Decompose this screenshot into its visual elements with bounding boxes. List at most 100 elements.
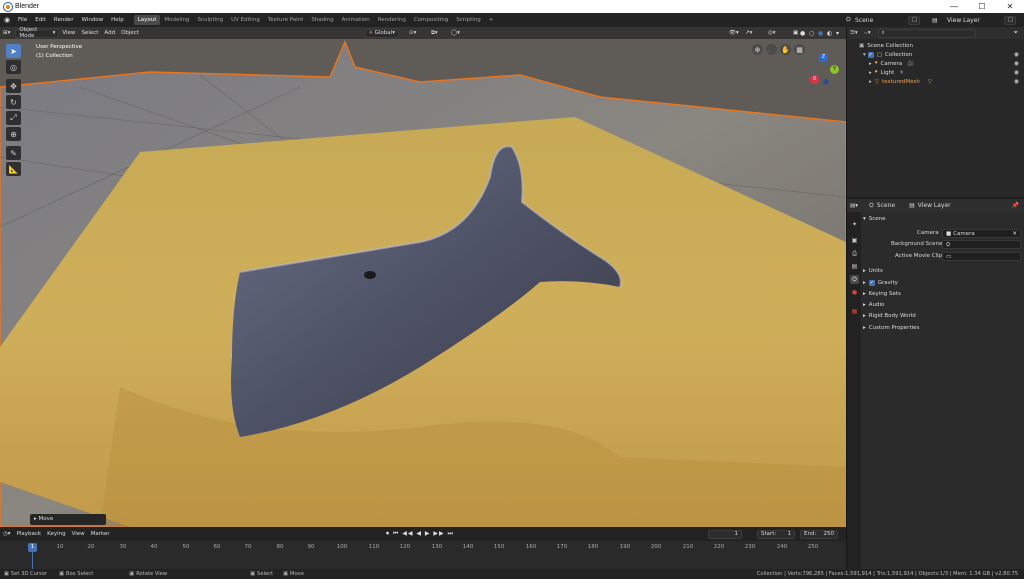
custom-properties-panel-header[interactable]: ▸ Custom Properties: [863, 323, 1024, 333]
camera-view-icon[interactable]: 🎥: [766, 44, 777, 55]
annotate-tool[interactable]: ✎: [6, 146, 21, 160]
tab-modeling[interactable]: Modeling: [160, 15, 193, 25]
clear-camera-icon[interactable]: ✕: [1012, 230, 1017, 238]
scene-props-tab-icon[interactable]: ⛭: [850, 275, 859, 284]
gizmo-z-axis[interactable]: Z: [819, 53, 828, 62]
scale-tool[interactable]: ⤢: [6, 111, 21, 125]
view-layer-browse-button[interactable]: ▢: [1004, 15, 1016, 25]
overlay-toggle-icon[interactable]: ◎▾: [765, 30, 779, 36]
outliner-row-collection[interactable]: ▾ ✓ ▢ Collection ◉: [847, 50, 1024, 59]
expand-arrow-icon[interactable]: ▸: [869, 70, 872, 76]
outliner-filter-icon[interactable]: ⌵▾: [861, 30, 874, 37]
output-tab-icon[interactable]: ⎙: [850, 249, 859, 258]
snap-icon[interactable]: ⧉▾: [428, 30, 441, 37]
outliner-row-light[interactable]: ▸ ⏺ Light ☀ ◉: [847, 68, 1024, 77]
menu-help[interactable]: Help: [107, 17, 128, 23]
playhead[interactable]: 1: [28, 543, 37, 552]
menu-object[interactable]: Object: [118, 30, 142, 36]
menu-view[interactable]: View: [59, 30, 78, 36]
end-frame-field[interactable]: End: 250: [800, 529, 838, 539]
menu-window[interactable]: Window: [77, 17, 107, 23]
rotate-tool[interactable]: ↻: [6, 95, 21, 109]
tab-shading[interactable]: Shading: [307, 15, 337, 25]
shading-wire-icon[interactable]: ○: [809, 30, 814, 37]
eye-icon[interactable]: ◉: [1014, 78, 1019, 85]
gizmo-y-axis[interactable]: Y: [830, 65, 839, 74]
expand-arrow-icon[interactable]: ▾: [863, 52, 866, 58]
blender-menu-icon[interactable]: ◉: [0, 16, 14, 24]
units-panel-header[interactable]: ▸ Units: [863, 266, 1024, 276]
navigation-gizmo[interactable]: Z Y X: [806, 53, 842, 89]
eye-icon[interactable]: ◉: [1014, 60, 1019, 67]
gizmo-toggle-icon[interactable]: ↗▾: [742, 30, 755, 36]
world-tab-icon[interactable]: ●: [850, 288, 859, 297]
tab-compositing[interactable]: Compositing: [410, 15, 452, 25]
last-operator-panel[interactable]: ▸ Move: [30, 514, 106, 525]
pivot-icon[interactable]: ⊙▾: [406, 30, 419, 36]
expand-arrow-icon[interactable]: ▸: [869, 79, 872, 85]
menu-marker[interactable]: Marker: [88, 531, 113, 537]
current-frame-field[interactable]: 1: [708, 529, 742, 539]
keying-sets-panel-header[interactable]: ▸ Keying Sets: [863, 289, 1024, 299]
tab-texture-paint[interactable]: Texture Paint: [264, 15, 308, 25]
3d-viewport[interactable]: ⊞▾ Object Mode ▾ View Select Add Object ⟡…: [0, 27, 846, 527]
scene-browse-button[interactable]: ▢: [908, 15, 920, 25]
shading-render-icon[interactable]: ◐: [827, 30, 832, 37]
collection-checkbox[interactable]: ✓: [867, 51, 874, 58]
transform-orientation-dropdown[interactable]: ⟡ Global ▾: [365, 28, 399, 38]
visibility-icon[interactable]: 👁▾: [726, 30, 742, 36]
gizmo-neg-axis[interactable]: [823, 79, 829, 85]
menu-edit[interactable]: Edit: [31, 17, 50, 23]
tool-tab-icon[interactable]: ✦: [850, 220, 859, 229]
tab-uv-editing[interactable]: UV Editing: [227, 15, 264, 25]
properties-editor-type-icon[interactable]: ▤▾: [847, 203, 861, 209]
maximize-button[interactable]: ☐: [968, 0, 996, 13]
gravity-panel-header[interactable]: ▸ ✓ Gravity: [863, 278, 1024, 288]
properties-editor[interactable]: ▤▾ ⛭ Scene ▤ View Layer 📌 ✦ ▣ ⎙ ▤ ⛭ ● ▦ …: [846, 199, 1024, 569]
timeline[interactable]: ◷▾ Playback Keying View Marker ⏺ ⏮ ◀◀ ◀ …: [0, 527, 846, 569]
outliner[interactable]: ☰▾ ⌵▾ ⌕ ⏷ ▣ Scene Collection ▾ ✓ ▢ Colle…: [846, 27, 1024, 197]
view-layer-label[interactable]: View Layer: [947, 17, 980, 24]
transform-tool[interactable]: ⊕: [6, 127, 21, 141]
ortho-toggle-icon[interactable]: ▦: [794, 44, 805, 55]
add-workspace-button[interactable]: +: [485, 15, 498, 25]
active-movie-clip-field[interactable]: ▭: [942, 252, 1021, 261]
scene-label[interactable]: Scene: [855, 17, 873, 24]
move-tool[interactable]: ✥: [6, 79, 21, 93]
shading-options-icon[interactable]: ▾: [836, 30, 839, 37]
outliner-row-texturedmesh[interactable]: ▸ ▽ texturedMesh ▽ ◉: [847, 77, 1024, 86]
start-frame-field[interactable]: Start: 1: [757, 529, 795, 539]
menu-add[interactable]: Add: [101, 30, 118, 36]
tab-rendering[interactable]: Rendering: [374, 15, 410, 25]
outliner-filter-funnel-icon[interactable]: ⏷: [1011, 30, 1021, 37]
playback-controls[interactable]: ⏺ ⏮ ◀◀ ◀ ▶ ▶▶ ⏭: [386, 530, 454, 538]
select-tool[interactable]: ➤: [6, 44, 21, 58]
audio-panel-header[interactable]: ▸ Audio: [863, 300, 1024, 310]
view-layer-props-tab-icon[interactable]: ▤: [850, 262, 859, 271]
editor-type-icon[interactable]: ⊞▾: [0, 30, 13, 36]
measure-tool[interactable]: 📐: [6, 162, 21, 176]
pan-hand-icon[interactable]: ✋: [780, 44, 791, 55]
scene-section-header[interactable]: ▾ Scene: [863, 214, 1024, 224]
frame-ruler[interactable]: 1 10 20 30 40 50 60 70 80 90 100 110 120…: [0, 541, 846, 569]
menu-select[interactable]: Select: [78, 30, 101, 36]
camera-field[interactable]: ■ Camera ✕: [942, 229, 1021, 238]
background-scene-field[interactable]: ⛭: [942, 240, 1021, 249]
outliner-search-input[interactable]: ⌕: [877, 28, 976, 38]
outliner-editor-type-icon[interactable]: ☰▾: [847, 30, 861, 36]
shading-solid-icon[interactable]: ●: [800, 30, 805, 37]
texture-tab-icon[interactable]: ▦: [850, 307, 859, 316]
tab-animation[interactable]: Animation: [338, 15, 374, 25]
eye-icon[interactable]: ◉: [1014, 51, 1019, 58]
render-tab-icon[interactable]: ▣: [850, 236, 859, 245]
pin-icon[interactable]: 📌: [1012, 202, 1019, 209]
proportional-edit-icon[interactable]: ◯▾: [448, 30, 463, 36]
eye-icon[interactable]: ◉: [1014, 69, 1019, 76]
cursor-tool[interactable]: ◎: [6, 60, 21, 74]
zoom-icon[interactable]: ⊕: [752, 44, 763, 55]
gizmo-x-axis[interactable]: X: [810, 75, 819, 84]
outliner-row-camera[interactable]: ▸ ⏺ Camera 🎥 ◉: [847, 59, 1024, 68]
mode-dropdown[interactable]: Object Mode ▾: [15, 27, 60, 39]
expand-arrow-icon[interactable]: ▸: [869, 61, 872, 67]
close-button[interactable]: ✕: [996, 0, 1024, 13]
